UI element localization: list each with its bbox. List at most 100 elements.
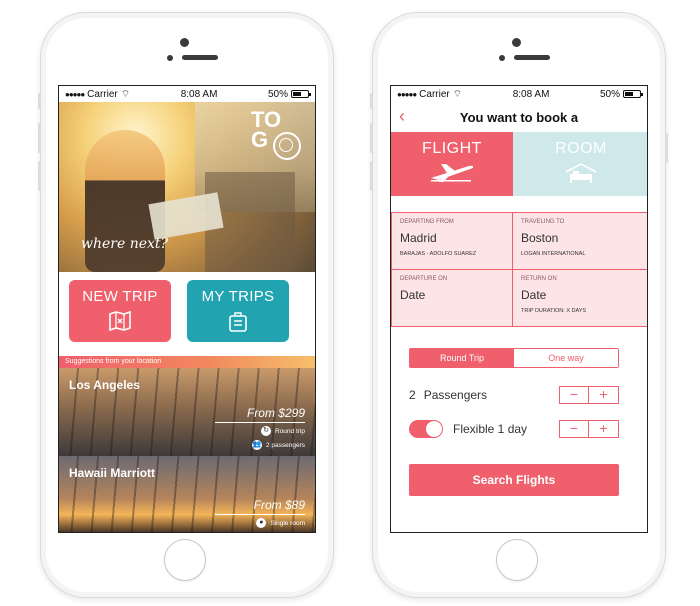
departing-label: DEPARTING FROM [400, 219, 454, 225]
volume-up-button [38, 123, 41, 153]
suitcase-icon [187, 311, 289, 338]
suggestion-price: From $89 [253, 498, 305, 512]
hero-image: TO G where next? [59, 102, 315, 272]
passengers-stepper: − + [559, 386, 619, 404]
mute-switch [370, 93, 373, 109]
volume-down-button [370, 161, 373, 191]
new-trip-button[interactable]: NEW TRIP [69, 280, 171, 342]
mute-switch [38, 93, 41, 109]
tagline: where next? [81, 236, 169, 252]
power-button [665, 133, 668, 163]
my-trips-button[interactable]: MY TRIPS [187, 280, 289, 342]
room-meta: ● Single room [256, 518, 305, 528]
departure-value: Date [400, 288, 426, 302]
signal-icon: ●●●●● [65, 89, 85, 99]
departure-date-field[interactable]: DEPARTURE ON Date [391, 269, 513, 327]
round-trip-option[interactable]: Round Trip [410, 349, 514, 367]
sensor [167, 55, 173, 61]
suggestion-price: From $299 [246, 406, 305, 420]
return-label: RETURN ON [521, 276, 557, 282]
nav-bar: ‹ You want to book a [391, 102, 647, 132]
round-trip-label: Round trip [275, 427, 305, 435]
return-value: Date [521, 288, 547, 302]
tab-room[interactable]: ROOM [513, 132, 647, 196]
traveling-value: Boston [521, 231, 559, 245]
suggestions-header: Suggestions from your location [59, 356, 315, 368]
return-date-field[interactable]: RETURN ON Date TRIP DURATION: X DAYS [512, 269, 647, 327]
status-bar: ●●●●● Carrier ⌔ 8:08 AM 50% [391, 86, 647, 102]
carrier-label: Carrier [419, 88, 450, 100]
sensor [499, 55, 505, 61]
passengers-row: 2 Passengers − + [409, 384, 619, 406]
flexible-minus-button[interactable]: − [559, 420, 589, 438]
suggestion-name: Hawaii Marriott [69, 466, 156, 480]
flexible-stepper: − + [559, 420, 619, 438]
suggestion-card-hawaii[interactable]: Hawaii Marriott From $89 ● Single room [59, 456, 315, 532]
wifi-icon: ⌔ [452, 88, 463, 100]
departing-field[interactable]: DEPARTING FROM Madrid BARAJAS - ADOLFO S… [391, 212, 513, 270]
passengers-meta: 👥 2 passengers [251, 440, 305, 450]
volume-down-button [38, 161, 41, 191]
passengers-label: 2 passengers [265, 441, 305, 449]
speaker [182, 55, 218, 60]
globe-icon [273, 132, 301, 160]
carrier-label: Carrier [87, 88, 118, 100]
trip-duration: TRIP DURATION: X DAYS [521, 308, 587, 314]
trip-type-toggle: Round Trip One way [409, 348, 619, 368]
passengers-count: 2 [409, 388, 416, 402]
phone-booking: ●●●●● Carrier ⌔ 8:08 AM 50% ‹ You want t… [370, 12, 668, 598]
people-icon: 👥 [251, 440, 262, 450]
battery-percent: 50% [599, 88, 620, 100]
booking-screen: ●●●●● Carrier ⌔ 8:08 AM 50% ‹ You want t… [390, 85, 648, 533]
battery-percent: 50% [267, 88, 288, 100]
one-way-option[interactable]: One way [514, 349, 618, 367]
home-button[interactable] [164, 539, 206, 581]
camera [180, 38, 189, 47]
status-time: 8:08 AM [512, 88, 550, 100]
divider [215, 514, 305, 515]
flexible-label: Flexible 1 day [453, 422, 528, 436]
map-icon [69, 310, 171, 336]
page-title: You want to book a [459, 109, 579, 125]
traveling-field[interactable]: TRAVELING TO Boston LOGAN INTERNATIONAL [512, 212, 647, 270]
departing-value: Madrid [400, 231, 437, 245]
flexible-toggle[interactable] [409, 420, 443, 438]
battery-icon [290, 90, 311, 98]
room-label: ROOM [555, 140, 607, 157]
speaker [514, 55, 550, 60]
camera [512, 38, 521, 47]
divider [215, 422, 305, 423]
departing-airport: BARAJAS - ADOLFO SUAREZ [400, 251, 477, 257]
flight-label: FLIGHT [422, 140, 482, 157]
traveling-label: TRAVELING TO [521, 219, 565, 225]
departure-label: DEPARTURE ON [400, 276, 448, 282]
my-trips-label: MY TRIPS [201, 288, 275, 305]
flexible-plus-button[interactable]: + [589, 420, 619, 438]
person-icon: ● [256, 518, 267, 528]
volume-up-button [370, 123, 373, 153]
back-chevron-icon[interactable]: ‹ [399, 106, 405, 127]
home-screen: ●●●●● Carrier ⌔ 8:08 AM 50% TO G where n… [58, 85, 316, 533]
status-time: 8:08 AM [180, 88, 218, 100]
wifi-icon: ⌔ [120, 88, 131, 100]
airplane-icon [391, 162, 513, 187]
new-trip-label: NEW TRIP [82, 288, 158, 305]
tab-flight[interactable]: FLIGHT [391, 132, 513, 196]
passengers-minus-button[interactable]: − [559, 386, 589, 404]
passengers-label: Passengers [423, 388, 488, 402]
single-room-label: Single room [270, 519, 305, 527]
traveling-airport: LOGAN INTERNATIONAL [521, 251, 586, 257]
battery-icon [622, 90, 643, 98]
suggestion-name: Los Angeles [69, 378, 140, 392]
passengers-plus-button[interactable]: + [589, 386, 619, 404]
flexible-row: Flexible 1 day − + [409, 418, 619, 440]
signal-icon: ●●●●● [397, 89, 417, 99]
phone-home: ●●●●● Carrier ⌔ 8:08 AM 50% TO G where n… [38, 12, 334, 598]
round-trip-meta: ↻ Round trip [261, 426, 305, 436]
bed-icon [513, 162, 647, 189]
home-button[interactable] [496, 539, 538, 581]
refresh-icon: ↻ [261, 426, 271, 436]
search-flights-button[interactable]: Search Flights [409, 464, 619, 496]
status-bar: ●●●●● Carrier ⌔ 8:08 AM 50% [59, 86, 315, 102]
suggestion-card-los-angeles[interactable]: Los Angeles From $299 ↻ Round trip 👥 2 p… [59, 368, 315, 456]
